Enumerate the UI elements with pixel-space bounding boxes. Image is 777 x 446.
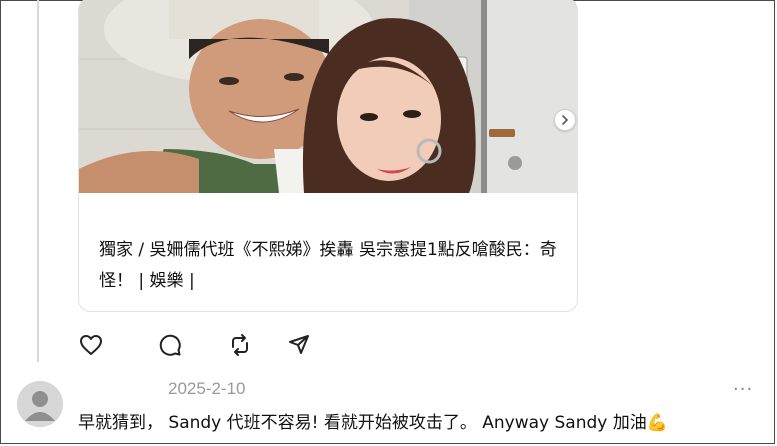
- preview-photo: [79, 0, 577, 193]
- thread-line: [37, 0, 39, 362]
- flexed-biceps-icon: 💪: [646, 413, 668, 433]
- chevron-right-icon: [562, 115, 568, 125]
- card-title[interactable]: 獨家 / 吳姍儒代班《不熙娣》挨轟 吳宗憲提1點反嗆酸民：奇怪！ | 娛樂 |: [99, 235, 569, 297]
- comment-button[interactable]: [156, 331, 184, 359]
- avatar[interactable]: [17, 381, 63, 427]
- repost-icon: [232, 334, 248, 356]
- reply-date: 2025-2-10: [168, 379, 246, 398]
- link-preview-card[interactable]: 獨家 / 吳姍儒代班《不熙娣》挨轟 吳宗憲提1點反嗆酸民：奇怪！ | 娛樂 |: [78, 0, 578, 312]
- more-icon[interactable]: ···: [733, 381, 753, 399]
- carousel-next-button[interactable]: [554, 109, 576, 131]
- heart-icon: [80, 335, 102, 355]
- like-button[interactable]: [77, 331, 105, 359]
- user-icon: [17, 381, 63, 427]
- share-icon: [289, 335, 309, 354]
- comment-icon: [159, 334, 181, 356]
- reply-text-body: 早就猜到， Sandy 代班不容易! 看就开始被攻击了。 Anyway Sand…: [78, 413, 647, 433]
- share-button[interactable]: [285, 331, 313, 359]
- repost-button[interactable]: [226, 331, 254, 359]
- reply-text: 早就猜到， Sandy 代班不容易! 看就开始被攻击了。 Anyway Sand…: [78, 408, 668, 433]
